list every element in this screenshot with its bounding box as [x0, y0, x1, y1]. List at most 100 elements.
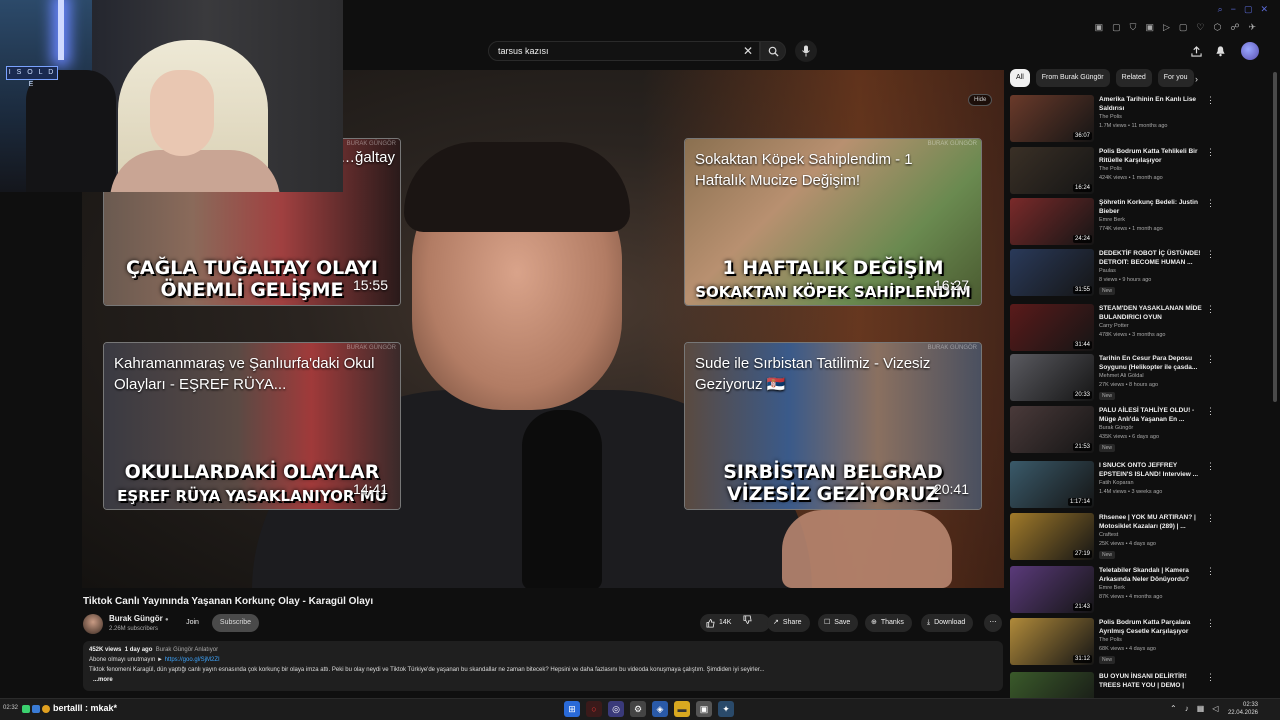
recommendation-item[interactable]: 20:33 Tarihin En Cesur Para Deposu Soygun…	[1010, 354, 1270, 405]
app-icon[interactable]: ◈	[652, 701, 668, 717]
download-button[interactable]: ⤓ Download	[921, 614, 974, 632]
recommendation-channel[interactable]: The Polis	[1099, 114, 1122, 120]
search-query[interactable]: tarsus kazısı	[498, 46, 549, 56]
more-actions-button[interactable]: ⋯	[984, 614, 1002, 632]
close-icon[interactable]: ✕	[1260, 4, 1268, 15]
clear-search-icon[interactable]: ✕	[743, 44, 753, 58]
app-icon[interactable]	[42, 705, 50, 713]
chip-all[interactable]: All	[1010, 69, 1030, 87]
endscreen-card[interactable]: BURAK GÜNGÖR Kahramanmaraş ve Şanlıurfa'…	[103, 342, 401, 510]
more-options-icon[interactable]: ⋮	[1206, 406, 1215, 417]
opera-icon[interactable]: ○	[586, 701, 602, 717]
recommendation-item[interactable]: 24:24 Şöhretin Korkunç Bedeli: Justin Bie…	[1010, 198, 1270, 249]
join-button[interactable]: Join	[179, 614, 206, 632]
recommendation-title[interactable]: PALU AİLESİ TAHLİYE OLDU! - Müge Anlı'da…	[1099, 406, 1207, 424]
play-icon[interactable]: ▷	[1163, 22, 1170, 33]
endscreen-card[interactable]: BURAK GÜNGÖR Sokaktan Köpek Sahiplendim …	[684, 138, 982, 306]
thanks-button[interactable]: ⊕ Thanks	[865, 614, 912, 632]
recommendation-item[interactable]: 36:07 Amerika Tarihinin En Kanlı Lise Sal…	[1010, 95, 1270, 146]
ext-icon[interactable]: ▣	[1145, 22, 1154, 33]
voice-search-button[interactable]	[795, 40, 817, 62]
recommendation-thumbnail[interactable]: 16:24	[1010, 147, 1094, 194]
recommendation-item[interactable]: 27:19 Rhsenee | YOK MU ARTIRAN? | Motosik…	[1010, 513, 1270, 564]
ext-icon[interactable]: ⬡	[1213, 22, 1221, 33]
description-link[interactable]: https://goo.gl/SjM2ZI	[165, 657, 220, 663]
recommendation-thumbnail[interactable]: 24:24	[1010, 198, 1094, 245]
app-icon[interactable]	[32, 705, 40, 713]
windows-start-icon[interactable]: ⊞	[564, 701, 580, 717]
recommendation-channel[interactable]: Emre Berk	[1099, 217, 1125, 223]
show-more-link[interactable]: ...more	[93, 677, 113, 683]
more-options-icon[interactable]: ⋮	[1206, 354, 1215, 365]
more-options-icon[interactable]: ⋮	[1206, 249, 1215, 260]
recommendation-title[interactable]: DEDEKTİF ROBOT İÇ ÜSTÜNDE! DETROIT: BECO…	[1099, 249, 1207, 267]
chevron-up-icon[interactable]: ⌃	[1170, 704, 1177, 713]
more-options-icon[interactable]: ⋮	[1206, 513, 1215, 524]
recommendation-title[interactable]: Amerika Tarihinin En Kanlı Lise Saldırıs…	[1099, 95, 1207, 113]
recommendation-channel[interactable]: Mehmet Ali Göldal	[1099, 373, 1144, 379]
recommendation-thumbnail[interactable]: 31:12	[1010, 618, 1094, 665]
recommendation-channel[interactable]: Emre Berk	[1099, 585, 1125, 591]
recommendation-thumbnail[interactable]: 21:53	[1010, 406, 1094, 453]
restore-icon[interactable]: ▢	[1244, 4, 1253, 15]
chip-related[interactable]: Related	[1115, 69, 1152, 87]
recommendation-channel[interactable]: Burak Güngör	[1099, 425, 1133, 431]
channel-avatar[interactable]	[83, 614, 103, 634]
subscribe-button[interactable]: Subscribe	[212, 614, 259, 632]
search-input[interactable]: tarsus kazısı ✕	[488, 41, 760, 61]
recommendation-channel[interactable]: The Polis	[1099, 637, 1122, 643]
taskbar-clock[interactable]: 02:33 22.04.2026	[1228, 701, 1258, 717]
more-options-icon[interactable]: ⋮	[1206, 304, 1215, 315]
ext-icon[interactable]: ☍	[1230, 22, 1239, 33]
ext-icon[interactable]: ▢	[1179, 22, 1188, 33]
volume-icon[interactable]: ◁	[1212, 704, 1218, 713]
recommendation-thumbnail[interactable]: 36:07	[1010, 95, 1094, 142]
recommendation-channel[interactable]: Fatih Koparan	[1099, 480, 1134, 486]
recommendation-item[interactable]: 31:44 STEAM'DEN YASAKLANAN MİDE BULANDIRI…	[1010, 304, 1270, 355]
more-options-icon[interactable]: ⋮	[1206, 618, 1215, 629]
recommendation-item[interactable]: 21:43 Teletabiler Skandalı | Kamera Arkas…	[1010, 566, 1270, 617]
recommendation-thumbnail[interactable]: 20:33	[1010, 354, 1094, 401]
app-icon[interactable]	[22, 705, 30, 713]
dislike-button[interactable]	[743, 614, 753, 632]
recommendation-item[interactable]: 16:24 Polis Bodrum Katta Tehlikeli Bir Ri…	[1010, 147, 1270, 198]
recommendation-title[interactable]: Polis Bodrum Katta Tehlikeli Bir Ritüell…	[1099, 147, 1207, 165]
app-icon[interactable]: ◎	[608, 701, 624, 717]
recommendation-thumbnail[interactable]: 31:44	[1010, 304, 1094, 351]
network-icon[interactable]: ▦	[1197, 704, 1205, 713]
recommendation-channel[interactable]: Paulas	[1099, 268, 1116, 274]
more-options-icon[interactable]: ⋮	[1206, 461, 1215, 472]
heart-icon[interactable]: ♡	[1196, 22, 1204, 33]
scrollbar[interactable]	[1273, 72, 1277, 402]
app-icon[interactable]: ✦	[718, 701, 734, 717]
more-options-icon[interactable]: ⋮	[1206, 198, 1215, 209]
recommendation-item[interactable]: 21:53 PALU AİLESİ TAHLİYE OLDU! - Müge An…	[1010, 406, 1270, 457]
like-button[interactable]: 14K	[706, 614, 731, 632]
recommendation-thumbnail[interactable]: 1:17:14	[1010, 461, 1094, 508]
recommendation-channel[interactable]: Craftest	[1099, 532, 1118, 538]
description-box[interactable]: 452K views 1 day ago Burak Güngör Anlatı…	[83, 641, 1003, 691]
more-options-icon[interactable]: ⋮	[1206, 147, 1215, 158]
recommendation-title[interactable]: BU OYUN İNSANI DELİRTİR! TREES HATE YOU …	[1099, 672, 1207, 690]
folder-icon[interactable]: ▬	[674, 701, 690, 717]
recommendation-channel[interactable]: Carry Potter	[1099, 323, 1129, 329]
recommendation-thumbnail[interactable]: 21:43	[1010, 566, 1094, 613]
recommendation-title[interactable]: Polis Bodrum Katta Parçalara Ayrılmış Ce…	[1099, 618, 1207, 636]
minimize-icon[interactable]: −	[1231, 4, 1236, 15]
endscreen-card[interactable]: BURAK GÜNGÖR Sude ile Sırbistan Tatilimi…	[684, 342, 982, 510]
more-options-icon[interactable]: ⋮	[1206, 95, 1215, 106]
settings-icon[interactable]: ⚙	[630, 701, 646, 717]
more-options-icon[interactable]: ⋮	[1206, 672, 1215, 683]
notifications-button[interactable]	[1210, 42, 1230, 60]
recommendation-title[interactable]: I SNUCK ONTO JEFFREY EPSTEIN'S ISLAND! I…	[1099, 461, 1207, 479]
search-icon[interactable]: ⌕	[1218, 4, 1223, 15]
ext-icon[interactable]: ▢	[1112, 22, 1121, 33]
recommendation-title[interactable]: Teletabiler Skandalı | Kamera Arkasında …	[1099, 566, 1207, 584]
recommendation-title[interactable]: Şöhretin Korkunç Bedeli: Justin Bieber	[1099, 198, 1207, 216]
recommendation-title[interactable]: Rhsenee | YOK MU ARTIRAN? | Motosiklet K…	[1099, 513, 1207, 531]
ext-icon[interactable]: ✈	[1248, 22, 1256, 33]
recommendation-channel[interactable]: The Polis	[1099, 166, 1122, 172]
ext-icon[interactable]: ▣	[1095, 22, 1104, 33]
chip-for-you[interactable]: For you	[1157, 69, 1194, 87]
recommendation-title[interactable]: Tarihin En Cesur Para Deposu Soygunu (He…	[1099, 354, 1207, 372]
